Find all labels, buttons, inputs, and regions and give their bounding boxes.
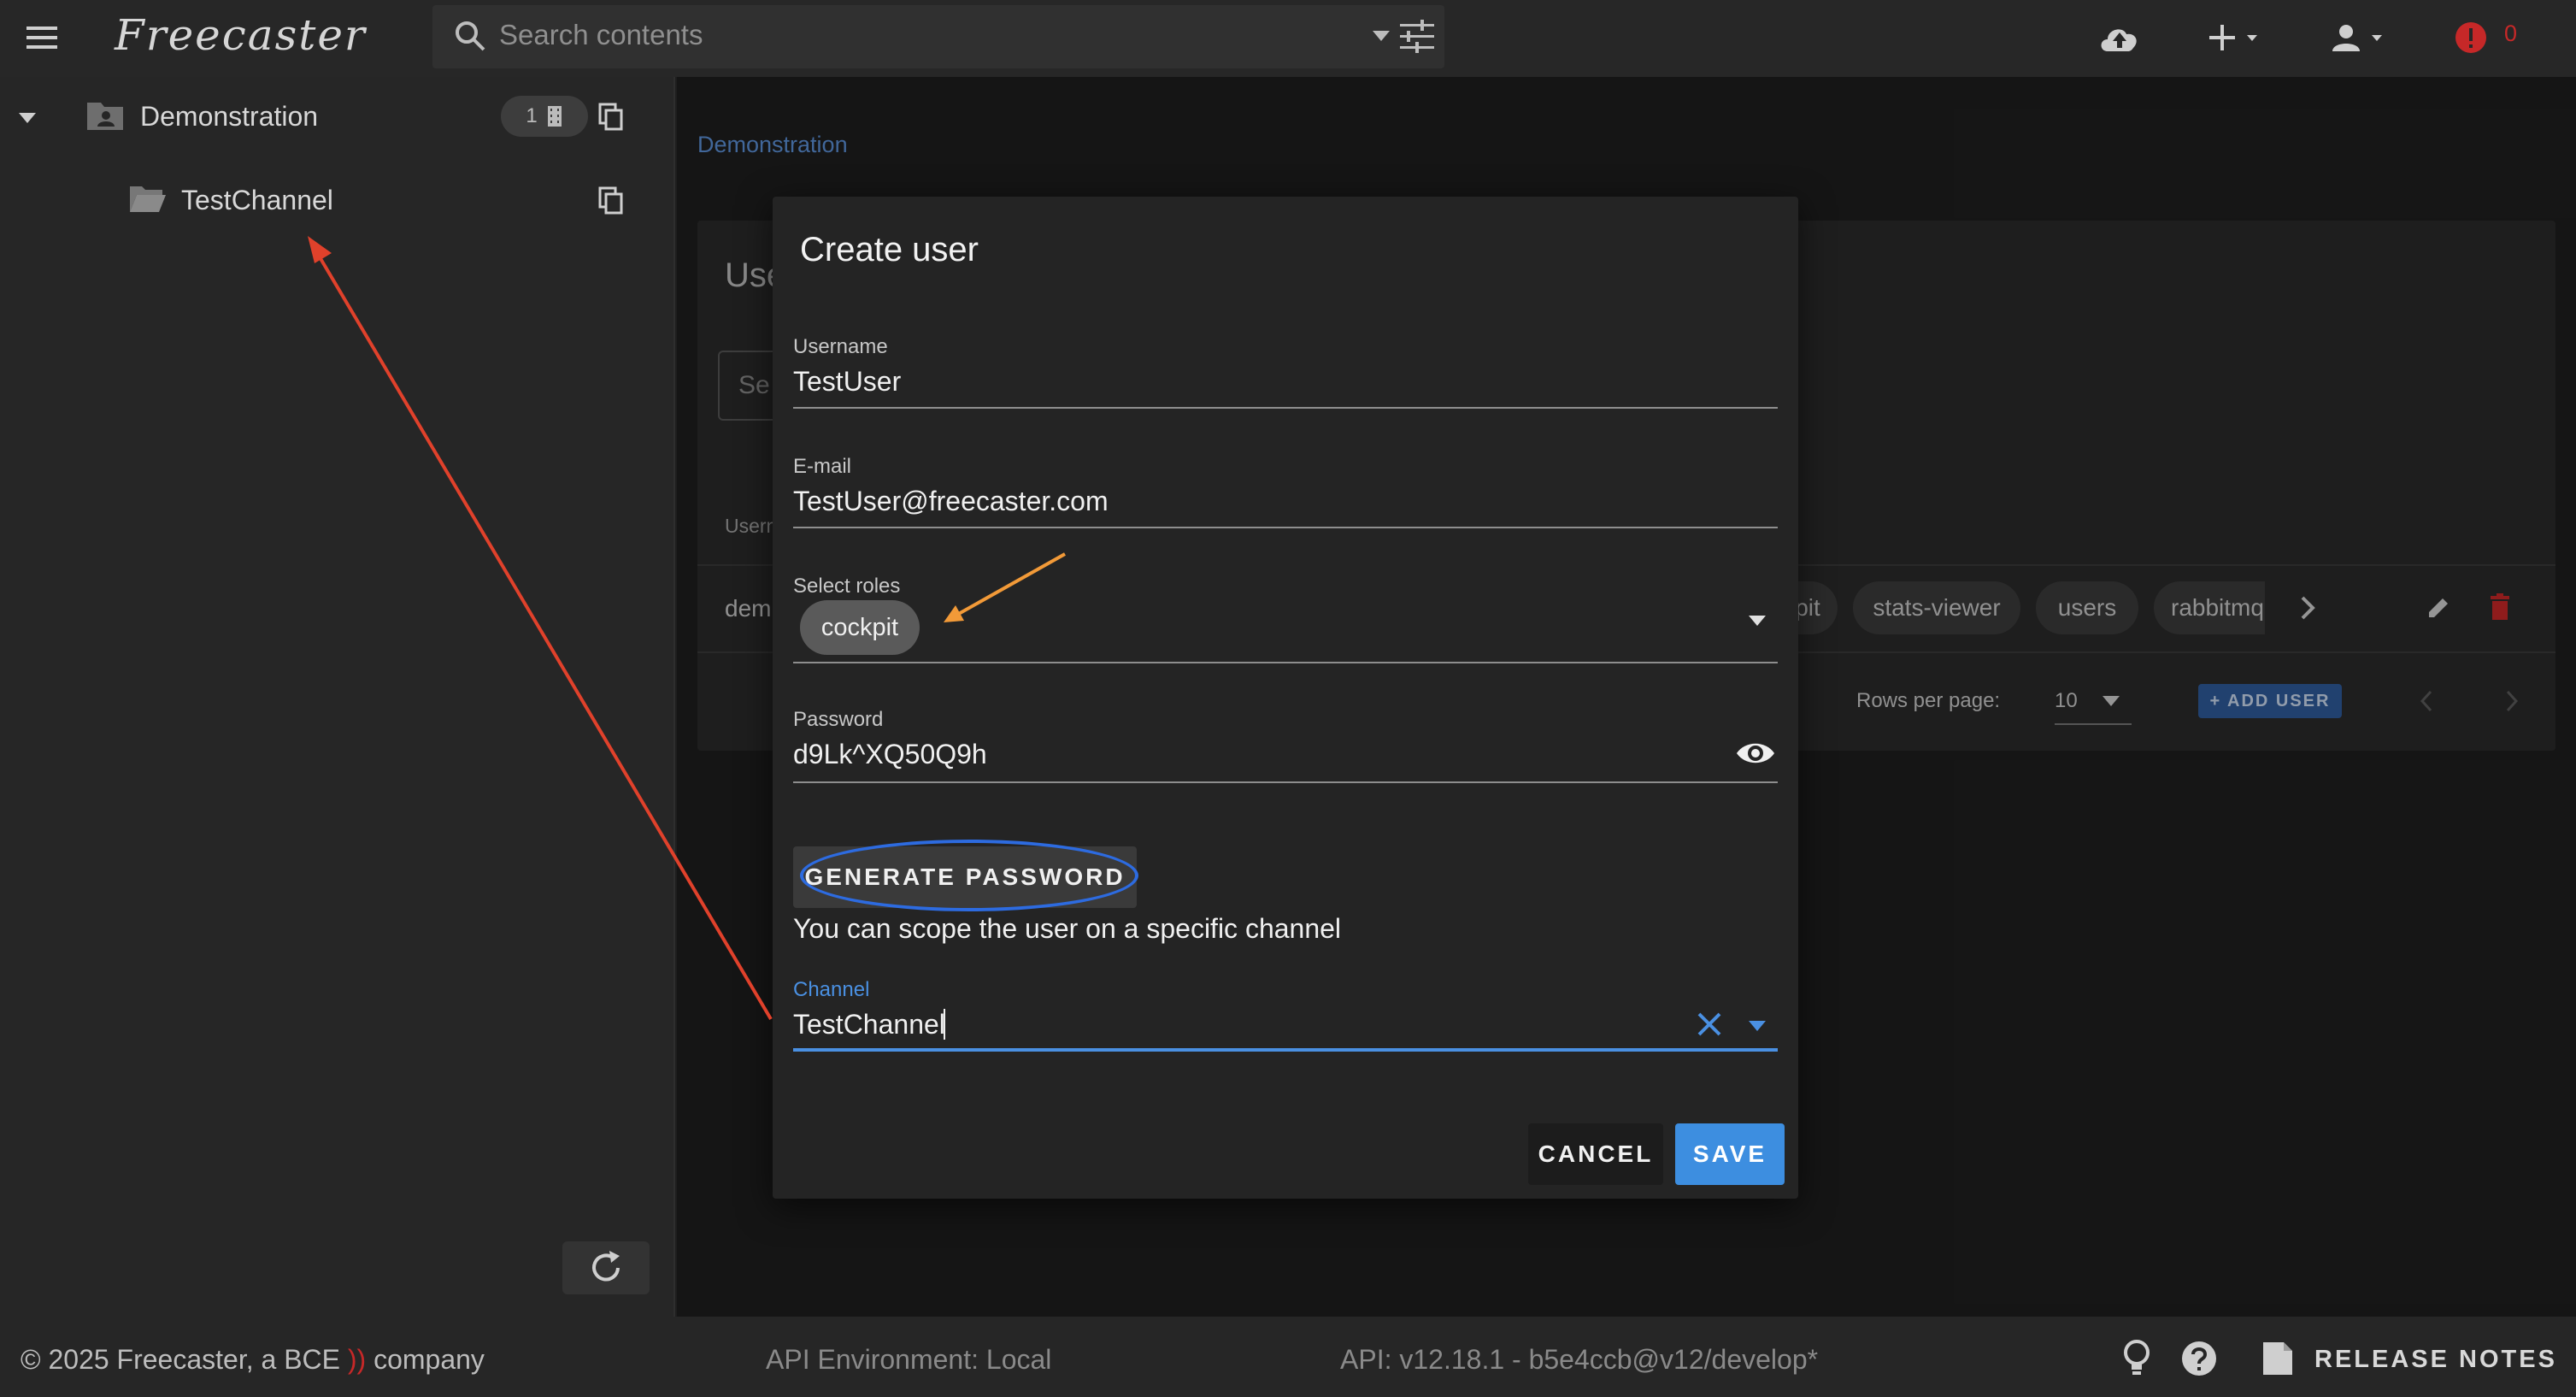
lightbulb-icon[interactable] bbox=[2121, 1339, 2152, 1376]
red-annotation-arrow bbox=[315, 250, 773, 1021]
help-icon[interactable] bbox=[2181, 1341, 2217, 1376]
api-version: API: v12.18.1 - b5e4ccb@v12/develop* bbox=[1340, 1344, 1819, 1375]
annotation-arrows bbox=[308, 236, 1066, 1021]
release-notes-link[interactable]: RELEASE NOTES bbox=[2314, 1346, 2557, 1374]
orange-annotation-arrow bbox=[955, 552, 1066, 617]
copyright: © 2025 Freecaster, a BCE )) company bbox=[21, 1344, 485, 1376]
copyright-pre: © 2025 Freecaster, a BCE bbox=[21, 1344, 348, 1375]
bce-mark: )) bbox=[347, 1344, 367, 1375]
copyright-post: company bbox=[366, 1344, 485, 1375]
api-environment: API Environment: Local bbox=[766, 1344, 1052, 1375]
document-icon[interactable] bbox=[2261, 1341, 2294, 1376]
red-arrow-head bbox=[308, 236, 332, 263]
